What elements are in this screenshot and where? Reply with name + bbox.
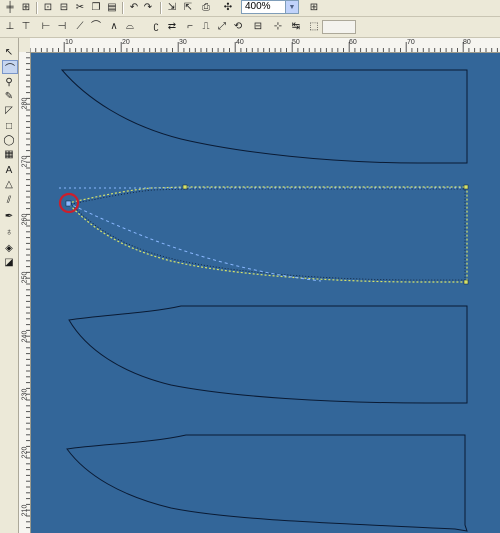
- cut-icon[interactable]: ✂: [72, 1, 88, 15]
- ruler-label: 80: [463, 39, 471, 46]
- ruler-label: 70: [407, 39, 415, 46]
- rectangle-tool-icon[interactable]: □: [2, 120, 16, 132]
- extract-icon[interactable]: ⎍: [198, 20, 214, 34]
- zoom-dropdown-icon[interactable]: ✣: [220, 1, 236, 15]
- toolbox: ↖ ⌒ ⚲ ✎ ◸ □ ◯ ▦ A △ ⫽ ✒ ♁ ◈ ◪: [0, 38, 19, 533]
- outline-tool-icon[interactable]: ♁: [2, 226, 16, 238]
- ruler-label: 30: [179, 39, 187, 46]
- drawing-canvas[interactable]: [31, 53, 500, 533]
- stretch-icon[interactable]: ⤢: [214, 20, 230, 34]
- shape-tool-icon[interactable]: ⌒: [2, 60, 18, 75]
- smart-fill-tool-icon[interactable]: ◸: [2, 104, 16, 116]
- text-tool-icon[interactable]: A: [2, 164, 16, 176]
- fill-tool-icon[interactable]: ◈: [2, 242, 16, 254]
- toolbar-separator: [122, 2, 124, 14]
- horizontal-ruler-ticks: [30, 42, 498, 52]
- extend-icon[interactable]: ⌐: [182, 20, 198, 34]
- ruler-label: 280: [21, 97, 29, 110]
- to-line-icon[interactable]: ⟋: [72, 20, 88, 34]
- node-delete-icon[interactable]: ⊤: [18, 20, 34, 34]
- smooth-icon[interactable]: ⌓: [122, 20, 138, 34]
- freehand-tool-icon[interactable]: ✎: [2, 90, 16, 102]
- node-handle[interactable]: [463, 184, 469, 190]
- rotate-icon[interactable]: ⟲: [230, 20, 246, 34]
- ruler-label: 270: [21, 155, 29, 168]
- selection-inner-outline: [70, 188, 466, 281]
- ruler-label: 220: [21, 446, 29, 459]
- distribute-icon[interactable]: ⊞: [18, 1, 34, 15]
- to-curve-icon[interactable]: ⌒: [88, 20, 104, 34]
- snap-icon[interactable]: ⊞: [306, 1, 322, 15]
- reverse-icon[interactable]: ⇄: [164, 20, 180, 34]
- ruler-label: 20: [122, 39, 130, 46]
- paste-icon[interactable]: ▤: [104, 1, 120, 15]
- join-nodes-icon[interactable]: ⊢: [38, 20, 54, 34]
- interactive-tool-icon[interactable]: ⫽: [2, 194, 16, 206]
- ruler-label: 50: [292, 39, 300, 46]
- ruler-label: 210: [21, 504, 29, 517]
- toolbar-separator: [160, 2, 162, 14]
- ellipse-tool-icon[interactable]: ◯: [2, 134, 16, 146]
- vertical-ruler-ticks: [26, 52, 30, 529]
- zoom-combo[interactable]: 400% ▼: [241, 0, 299, 14]
- chevron-down-icon[interactable]: ▼: [285, 1, 298, 13]
- eyedropper-tool-icon[interactable]: ✒: [2, 210, 16, 222]
- ruler-label: 10: [65, 39, 73, 46]
- node-handle[interactable]: [182, 184, 188, 190]
- export-icon[interactable]: ⇱: [180, 1, 196, 15]
- blade-shape-3[interactable]: [68, 305, 468, 404]
- combine-icon[interactable]: ⊡: [40, 1, 56, 15]
- polygon-tool-icon[interactable]: ▦: [2, 148, 16, 160]
- node-handle-curve: [67, 202, 322, 282]
- curve-smoothness-field[interactable]: [322, 20, 356, 34]
- interactive-fill-tool-icon[interactable]: ◪: [2, 256, 16, 268]
- vertical-ruler[interactable]: 280 270 260 250 240 230 220 210: [19, 52, 31, 533]
- standard-toolbar: ╪ ⊞ ⊡ ⊟ ✂ ❐ ▤ ↶ ↷ ⇲ ⇱ ⎙ ✣ 400% ▼ ⊞: [0, 0, 500, 17]
- table-tool-icon[interactable]: △: [2, 178, 16, 190]
- break-curve-icon[interactable]: ⊣: [54, 20, 70, 34]
- toolbar-separator: [36, 2, 38, 14]
- align-icon[interactable]: ╪: [2, 1, 18, 15]
- elastic-icon[interactable]: ⊹: [270, 20, 286, 34]
- canvas-artwork: [58, 69, 469, 532]
- selected-node[interactable]: [65, 200, 72, 207]
- auto-reduce-icon[interactable]: ↹: [288, 20, 304, 34]
- import-icon[interactable]: ⇲: [164, 1, 180, 15]
- blade-shape-4[interactable]: [66, 434, 468, 532]
- horizontal-ruler[interactable]: 10 20 30 40 50 60 70 80: [30, 38, 500, 53]
- ruler-label: 230: [21, 388, 29, 401]
- ruler-label: 40: [236, 39, 244, 46]
- symmetric-icon[interactable]: ʗ: [148, 20, 164, 34]
- blade-shape-1[interactable]: [60, 69, 468, 164]
- node-add-icon[interactable]: ⊥: [2, 20, 18, 34]
- node-handle[interactable]: [463, 279, 469, 285]
- print-icon[interactable]: ⎙: [198, 1, 214, 15]
- break-apart-icon[interactable]: ⊟: [56, 1, 72, 15]
- ruler-label: 60: [349, 39, 357, 46]
- redo-icon[interactable]: ↷: [140, 1, 156, 15]
- ruler-label: 240: [21, 330, 29, 343]
- pick-tool-icon[interactable]: ↖: [2, 46, 16, 58]
- ruler-label: 260: [21, 213, 29, 226]
- selected-blade-shape[interactable]: [66, 186, 468, 283]
- cusp-icon[interactable]: ∧: [106, 20, 122, 34]
- zoom-tool-icon[interactable]: ⚲: [2, 76, 16, 88]
- copy-icon[interactable]: ❐: [88, 1, 104, 15]
- select-all-nodes-icon[interactable]: ⬚: [306, 20, 322, 34]
- ruler-label: 250: [21, 271, 29, 284]
- property-bar: ⊥ ⊤ ⊢ ⊣ ⟋ ⌒ ∧ ⌓ ʗ ⇄ ⌐ ⎍ ⤢ ⟲ ⊟ ⊹ ↹ ⬚: [0, 17, 500, 38]
- align-nodes-icon[interactable]: ⊟: [250, 20, 266, 34]
- zoom-value: 400%: [245, 1, 271, 12]
